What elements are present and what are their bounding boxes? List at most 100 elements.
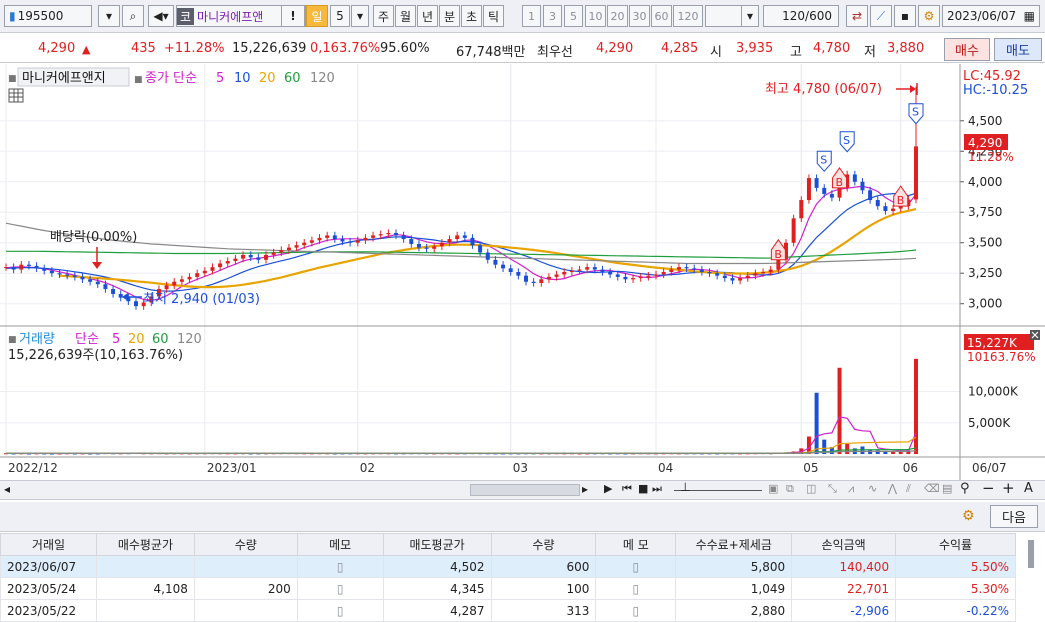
col-trade-date[interactable]: 거래일 (0, 533, 97, 556)
count-input[interactable]: 120 /600 (763, 5, 839, 27)
table-cell: 1,049 (675, 577, 793, 600)
memo-icon[interactable]: ▯ (595, 555, 677, 578)
layout-icon[interactable]: ▣ (768, 482, 778, 495)
draw-trend-icon[interactable]: ⤡ (828, 482, 837, 496)
period-dropdown-icon[interactable]: ▾ (351, 5, 369, 27)
col-sell-avg[interactable]: 매도평균가 (382, 533, 492, 556)
stop-icon[interactable]: ■ (638, 482, 648, 495)
chart-type-icon[interactable]: ◫ (806, 482, 816, 495)
zoom-out-icon[interactable]: − (982, 479, 995, 497)
zoom-in-icon[interactable]: + (1002, 479, 1015, 497)
chart-area[interactable]: 4,5004,2504,0003,7503,5003,2503,00010,00… (0, 64, 1045, 480)
buy-button[interactable]: 매수 (944, 38, 990, 61)
interval-60[interactable]: 60 (651, 5, 672, 27)
date-input[interactable]: 2023/06/07 ▦ (942, 5, 1040, 27)
interval-3[interactable]: 3 (543, 5, 562, 27)
interval-20[interactable]: 20 (607, 5, 628, 27)
code-input[interactable]: ▮ 195500 (4, 5, 92, 27)
candle-body (233, 258, 238, 262)
candle-body (661, 272, 666, 275)
table-row[interactable]: 2023/06/07 ▯ 4,502 600 ▯ 5,800 140,400 5.50% (0, 555, 1016, 578)
settings-gear-icon[interactable]: ⚙ (962, 508, 975, 524)
table-row[interactable]: 2023/05/22 ▯ 4,287 313 ▯ 2,880 -2,906 -0.22% (0, 599, 1016, 622)
col-memo-2[interactable]: 메 모 (595, 533, 677, 556)
search-icon[interactable]: ⌕ (122, 5, 144, 27)
table-row[interactable]: 2023/05/24 4,108 200 ▯ 4,345 100 ▯ 1,049 22,701 5… (0, 577, 1016, 600)
open-price: 3,935 (736, 41, 774, 56)
custom-interval-dropdown-icon[interactable]: ▾ (741, 5, 759, 27)
table-cell: 2023/06/07 (0, 555, 97, 578)
price-axis-tick: 3,000 (968, 297, 1002, 311)
image-icon[interactable]: ▤ (942, 482, 952, 495)
period-tick[interactable]: 틱 (483, 5, 504, 27)
col-fees[interactable]: 수수료+제세금 (675, 533, 793, 556)
magnifier-icon[interactable]: ⚲ (960, 481, 970, 496)
speaker-icon[interactable]: ◀▾ (148, 5, 174, 27)
dropdown-arrow-icon[interactable]: ▾ (98, 5, 120, 27)
col-memo[interactable]: 메모 (296, 533, 384, 556)
scroll-right-icon[interactable]: ▸ (582, 482, 588, 496)
next-button[interactable]: 다음 (990, 505, 1038, 528)
candle-body (80, 276, 85, 280)
table-cell: 4,502 (382, 555, 492, 578)
candle-body (539, 279, 544, 283)
warning-button[interactable]: ! (281, 5, 305, 27)
draw-wave-icon[interactable]: ⩘ (848, 482, 854, 496)
memo-icon[interactable]: ▯ (595, 577, 677, 600)
interval-1[interactable]: 1 (522, 5, 541, 27)
interval-5[interactable]: 5 (564, 5, 583, 27)
col-sell-qty[interactable]: 수량 (490, 533, 597, 556)
text-tool-icon[interactable]: A (1024, 481, 1033, 496)
x-axis-label: 03 (513, 461, 528, 475)
tool-line-icon[interactable]: ⟋ (870, 5, 892, 27)
period-week[interactable]: 주 (373, 5, 394, 27)
calendar-icon[interactable]: ▦ (1024, 9, 1035, 23)
candle-body (72, 275, 77, 277)
memo-icon[interactable]: ▯ (296, 555, 384, 578)
period-second[interactable]: 초 (461, 5, 482, 27)
grid-table-icon[interactable] (8, 88, 24, 103)
save-icon[interactable]: ▪ (894, 5, 916, 27)
window-icon[interactable]: ⧉ (786, 482, 794, 496)
market-badge: 코 (177, 7, 195, 25)
period-minute[interactable]: 분 (439, 5, 460, 27)
period-count[interactable]: 5 (330, 5, 350, 27)
memo-icon[interactable]: ▯ (296, 599, 384, 622)
table-scrollbar[interactable] (1028, 540, 1034, 568)
period-month[interactable]: 월 (395, 5, 416, 27)
scroll-left-icon[interactable]: ◂ (4, 482, 10, 496)
draw-fib-icon[interactable]: ⋀ (888, 482, 897, 495)
interval-120[interactable]: 120 (673, 5, 703, 27)
memo-icon[interactable]: ▯ (296, 577, 384, 600)
col-buy-qty[interactable]: 수량 (193, 533, 298, 556)
volume-bar (814, 392, 819, 454)
candle-body (111, 289, 116, 294)
play-icon[interactable]: ▶ (604, 482, 612, 495)
candle-body (271, 252, 276, 255)
draw-channel-icon[interactable]: ⫽ (906, 482, 911, 496)
period-day[interactable]: 일 (306, 5, 328, 27)
interval-10[interactable]: 10 (585, 5, 606, 27)
col-buy-avg[interactable]: 매수평균가 (95, 533, 195, 556)
memo-icon[interactable]: ▯ (595, 599, 677, 622)
fast-forward-icon[interactable]: ⏭ (652, 482, 662, 496)
candle-body (753, 273, 758, 276)
settings-gear-icon[interactable]: ⚙ (918, 5, 940, 27)
eraser-icon[interactable]: ⌫ (924, 482, 940, 495)
rewind-icon[interactable]: ⏮ (622, 482, 632, 496)
table-cell: 4,108 (95, 577, 195, 600)
candle-body (355, 240, 360, 243)
interval-30[interactable]: 30 (629, 5, 650, 27)
draw-curve-icon[interactable]: ∿ (868, 482, 877, 495)
col-pnl[interactable]: 손익금액 (791, 533, 897, 556)
candle-body (424, 247, 429, 249)
scroll-thumb[interactable] (470, 484, 580, 496)
col-return[interactable]: 수익률 (895, 533, 1016, 556)
zoom-slider-handle[interactable]: ⊥ (680, 480, 690, 494)
period-year[interactable]: 년 (417, 5, 438, 27)
sell-button[interactable]: 매도 (994, 38, 1042, 61)
tool-arrows-icon[interactable]: ⇄ (846, 5, 868, 27)
candle-body (256, 257, 261, 260)
candle-body (822, 187, 827, 194)
table-header-row: 거래일 매수평균가 수량 메모 매도평균가 수량 메 모 수수료+제세금 손익금… (0, 533, 1016, 556)
